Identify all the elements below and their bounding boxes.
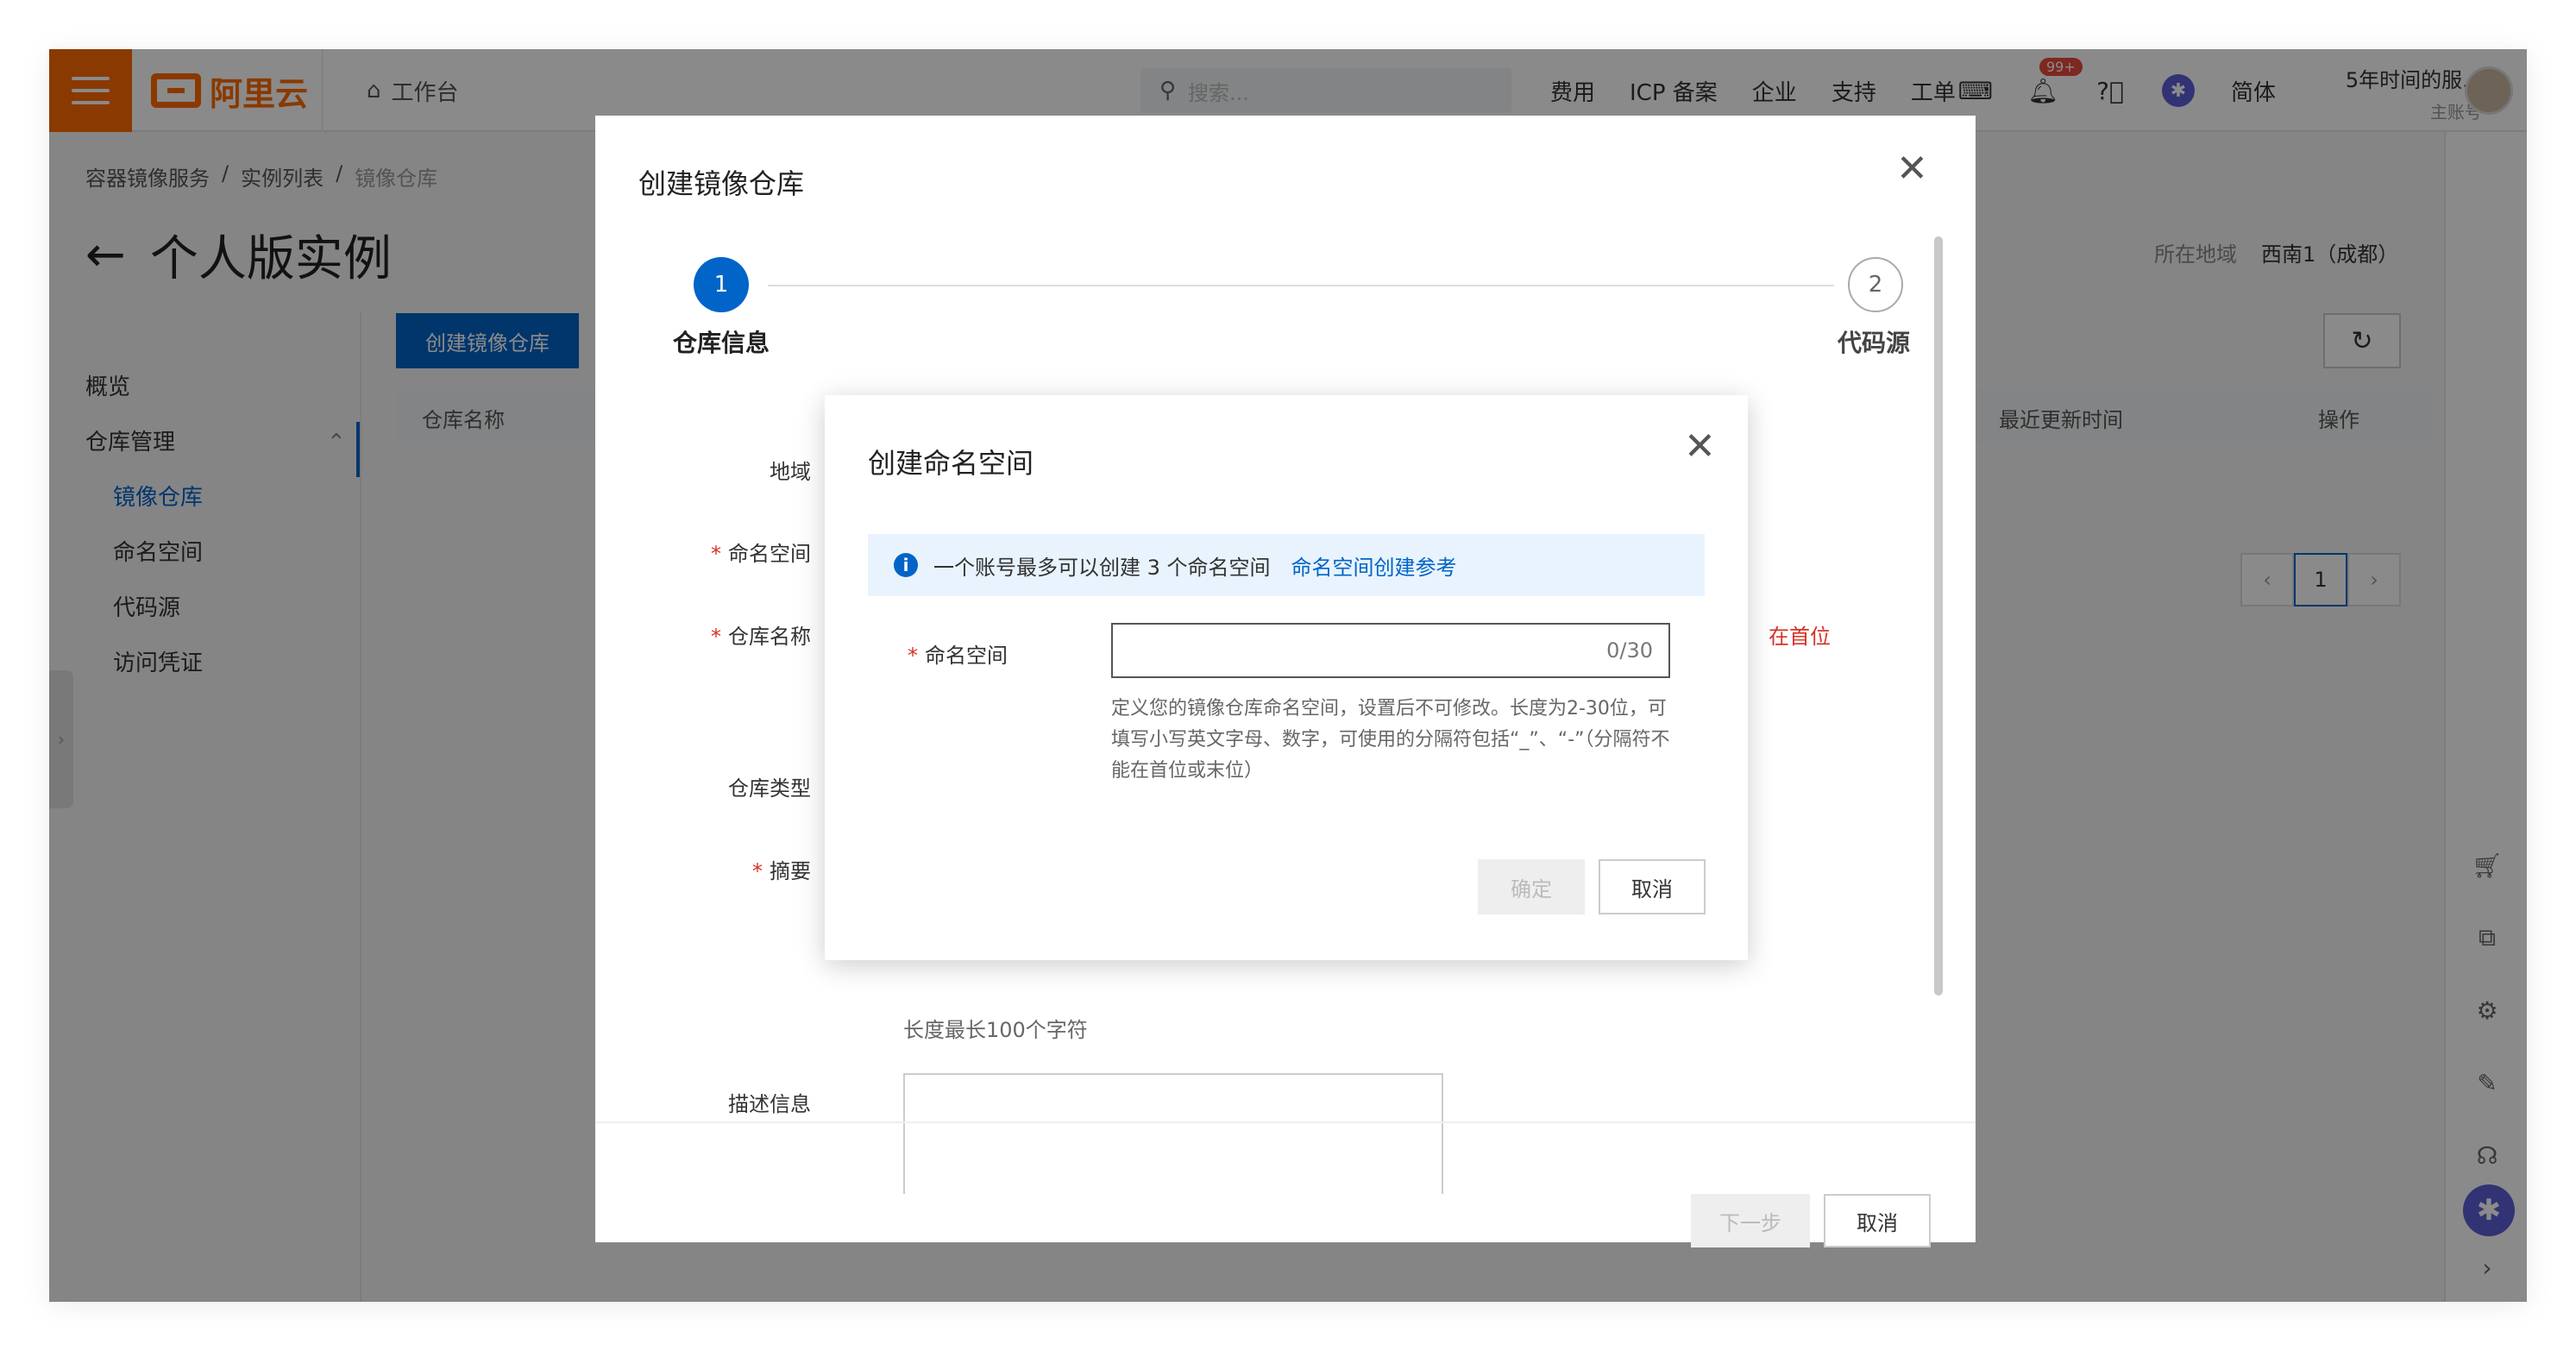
label-summary: * 摘要 xyxy=(595,854,811,884)
required-mark: * xyxy=(752,859,763,883)
required-mark: * xyxy=(711,625,721,649)
label-text: 摘要 xyxy=(770,859,811,883)
description-textarea[interactable] xyxy=(903,1073,1443,1194)
step-1-label: 仓库信息 xyxy=(673,329,770,357)
namespace-reference-link[interactable]: 命名空间创建参考 xyxy=(1291,550,1457,581)
label-text: 地域 xyxy=(770,460,811,484)
step-2-label: 代码源 xyxy=(1838,329,1911,357)
char-counter: 0/30 xyxy=(1606,638,1653,663)
label-description: 描述信息 xyxy=(595,1087,811,1117)
info-alert: i 一个账号最多可以创建 3 个命名空间 命名空间创建参考 xyxy=(868,534,1705,596)
step-1-indicator: 1 xyxy=(694,257,749,312)
namespace-input[interactable] xyxy=(1113,625,1596,676)
label-text: 仓库类型 xyxy=(728,776,811,801)
label-text: 仓库名称 xyxy=(728,625,811,649)
label-region: 地域 xyxy=(595,455,811,485)
confirm-button[interactable]: 确定 xyxy=(1478,859,1585,914)
cancel-button[interactable]: 取消 xyxy=(1824,1194,1931,1247)
dialog-footer-divider xyxy=(595,1122,1976,1123)
label-repo-type: 仓库类型 xyxy=(595,771,811,801)
namespace-input-wrapper: 0/30 xyxy=(1111,623,1670,678)
required-mark: * xyxy=(908,644,918,668)
close-icon[interactable]: ✕ xyxy=(1896,147,1928,191)
cancel-button[interactable]: 取消 xyxy=(1599,859,1706,914)
label-text: 描述信息 xyxy=(728,1092,811,1116)
dialog-scrollbar[interactable] xyxy=(1934,236,1943,996)
label-repo-name: * 仓库名称 xyxy=(595,619,811,650)
create-namespace-dialog: 创建命名空间 ✕ i 一个账号最多可以创建 3 个命名空间 命名空间创建参考 *… xyxy=(825,395,1748,960)
namespace-label: * 命名空间 xyxy=(908,638,1008,669)
summary-hint: 长度最长100个字符 xyxy=(903,1018,1088,1042)
info-icon: i xyxy=(894,553,918,577)
label-text: 命名空间 xyxy=(728,542,811,566)
dialog-title: 创建镜像仓库 xyxy=(638,167,805,200)
namespace-help-text: 定义您的镜像仓库命名空间，设置后不可修改。长度为2-30位，可填写小写英文字母、… xyxy=(1111,698,1670,782)
required-mark: * xyxy=(711,542,721,566)
validation-hint: 在首位 xyxy=(1769,625,1831,649)
step-2-indicator: 2 xyxy=(1848,257,1903,312)
info-text: 一个账号最多可以创建 3 个命名空间 xyxy=(933,555,1271,580)
stepper-line xyxy=(768,285,1834,286)
dialog-title: 创建命名空间 xyxy=(868,447,1034,480)
next-step-button[interactable]: 下一步 xyxy=(1691,1194,1810,1247)
console-window: 阿里云 ⌂ 工作台 ⚲ 搜索... 费用 ICP 备案 企业 支持 工单 ⌨ 🔔… xyxy=(49,49,2527,1302)
label-text: 命名空间 xyxy=(925,644,1008,668)
label-namespace: * 命名空间 xyxy=(595,537,811,567)
close-icon[interactable]: ✕ xyxy=(1684,424,1716,468)
